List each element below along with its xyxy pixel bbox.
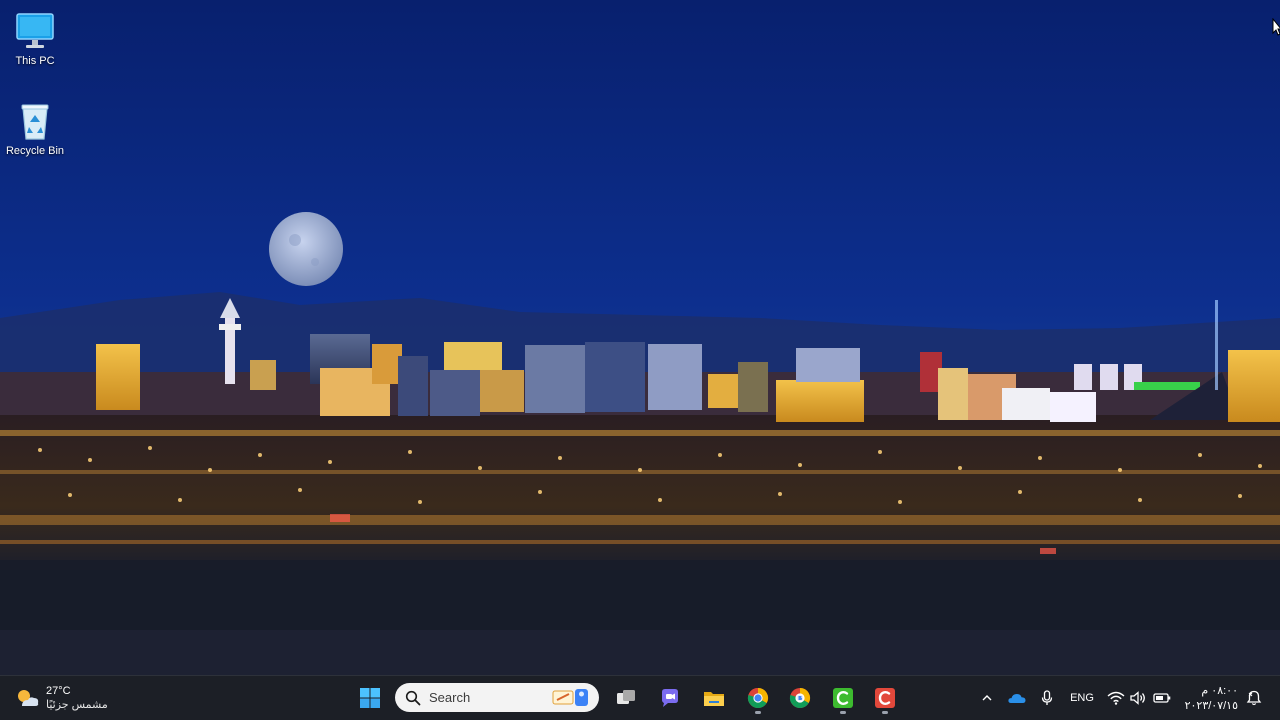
- clock-date: ٢٠٢٣/٠٧/١٥: [1184, 700, 1238, 712]
- onedrive-icon: [1008, 694, 1026, 703]
- task-view-icon: [617, 690, 635, 704]
- taskbar-app-file-explorer[interactable]: [697, 682, 731, 714]
- taskbar-app-camtasia-recorder[interactable]: [826, 682, 860, 714]
- monitor-icon: [14, 10, 56, 52]
- desktop-icon-label: This PC: [15, 55, 55, 67]
- notification-button[interactable]: [1244, 688, 1264, 708]
- running-indicator: [840, 711, 846, 714]
- desktop-wallpaper: [0, 0, 1280, 675]
- windows-start-icon: [360, 688, 380, 708]
- taskbar-app-chrome[interactable]: [741, 682, 775, 714]
- weather-temperature: 27°C: [46, 685, 71, 697]
- chrome-beta-icon: [789, 687, 811, 709]
- search-box[interactable]: Search: [395, 683, 599, 712]
- camtasia-icon: [875, 688, 895, 708]
- battery-icon: [1153, 693, 1171, 703]
- chrome-icon: [747, 687, 769, 709]
- desktop-icon-recycle-bin[interactable]: Recycle Bin: [0, 100, 70, 158]
- running-indicator: [755, 711, 761, 714]
- taskbar-app-task-view[interactable]: [609, 682, 643, 714]
- show-hidden-icons-button[interactable]: [978, 688, 996, 708]
- partly-sunny-icon: [14, 685, 40, 711]
- taskbar-app-camtasia[interactable]: [868, 682, 902, 714]
- running-indicator: [882, 711, 888, 714]
- wifi-icon: [1107, 691, 1125, 705]
- onedrive-button[interactable]: [1006, 688, 1028, 708]
- taskbar: 27°C مشمس جزئيًا Search ENG ٠٨:٠٠ م ٢٠٢٣…: [0, 675, 1280, 720]
- desktop-icon-this-pc[interactable]: This PC: [0, 10, 70, 68]
- search-icon: [405, 690, 421, 705]
- search-placeholder: Search: [429, 690, 471, 705]
- desktop-icon-label: Recycle Bin: [5, 145, 65, 157]
- notification-bell-icon: [1246, 690, 1262, 706]
- taskbar-app-chrome-beta[interactable]: [783, 682, 817, 714]
- mouse-cursor-icon: [1272, 17, 1280, 36]
- chat-icon: [662, 689, 678, 707]
- weather-text: 27°C مشمس جزئيًا: [46, 684, 108, 712]
- volume-icon: [1130, 691, 1145, 705]
- file-explorer-icon: [704, 692, 724, 706]
- language-label: ENG: [1070, 692, 1094, 704]
- weather-widget[interactable]: 27°C مشمس جزئيًا: [14, 682, 108, 714]
- start-button[interactable]: [353, 682, 387, 714]
- input-language-indicator[interactable]: ENG: [1066, 688, 1098, 708]
- microphone-icon: [1041, 690, 1053, 705]
- search-highlight-icon: [552, 689, 588, 706]
- camtasia-recorder-icon: [833, 688, 853, 708]
- chevron-up-icon: [982, 695, 992, 701]
- recycle-bin-icon: [14, 100, 56, 142]
- clock[interactable]: ٠٨:٠٠ م ٢٠٢٣/٠٧/١٥: [1180, 684, 1238, 714]
- weather-description: مشمس جزئيًا: [46, 699, 108, 711]
- quick-settings-button[interactable]: [1106, 688, 1172, 708]
- taskbar-app-chat[interactable]: [653, 682, 687, 714]
- clock-time: ٠٨:٠٠ م: [1201, 685, 1238, 697]
- microphone-button[interactable]: [1038, 688, 1056, 708]
